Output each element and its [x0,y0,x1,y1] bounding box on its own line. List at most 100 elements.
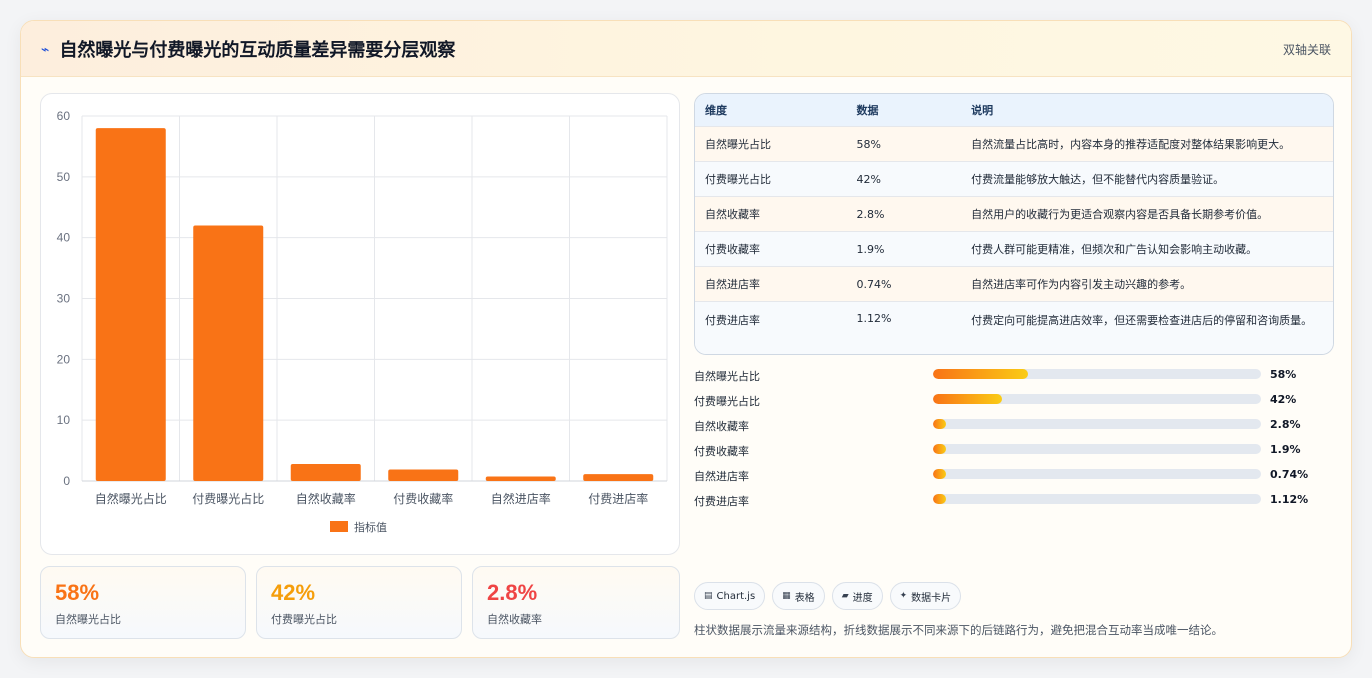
progress-row: 付费进店率 1.12% [694,490,1334,515]
legend-swatch [330,521,348,532]
x-tick-label: 自然进店率 [491,491,551,506]
stat-card-0: 58% 自然曝光占比 [40,566,246,639]
card-header: ⌁ 自然曝光与付费曝光的互动质量差异需要分层观察 双轴关联 [21,21,1351,77]
progress-label: 付费曝光占比 [694,395,760,408]
progress-label: 付费进店率 [694,495,749,508]
progress-value: 58% [1270,368,1297,381]
progress-value: 42% [1270,393,1297,406]
table-row: 付费收藏率 1.9% 付费人群可能更精准，但频次和广告认知会影响主动收藏。 [695,232,1333,267]
table-row: 自然进店率 0.74% 自然进店率可作为内容引发主动兴趣的参考。 [695,267,1333,302]
sparkle-icon: ✦ [899,591,908,601]
data-table: 维度 数据 说明 自然曝光占比 58% 自然流量占比高时，内容本身的推荐适配度对… [694,93,1334,355]
bar [388,469,459,481]
chip-data-card[interactable]: ✦ 数据卡片 [889,582,962,610]
progress-row: 付费曝光占比 42% [694,390,1334,415]
y-tick-label: 10 [57,413,71,427]
table-cell-dimension: 自然曝光占比 [705,138,771,151]
progress-value: 2.8% [1270,418,1301,431]
chip-label: 进度 [852,592,873,604]
bar [193,225,264,481]
bar-chart-panel: 0 10 20 30 40 50 60 自然曝光占比 付费曝光占比 自然收藏率 付费收藏率 自然进店率… [40,93,680,555]
progress-value: 1.12% [1270,493,1309,506]
table-cell-description: 自然用户的收藏行为更适合观察内容是否具备长期参考价值。 [971,207,1269,221]
table-cell-dimension: 付费进店率 [705,314,760,327]
progress-list: 自然曝光占比 58% 付费曝光占比 42% 自然收藏率 2.8% 付费收藏率 1… [694,365,1334,515]
legend-label: 指标值 [354,520,387,534]
progress-fill [933,394,1002,404]
table-header-cell: 维度 [705,104,727,117]
table-cell-value: 58% [856,137,881,151]
progress-track [933,469,1261,479]
x-tick-label: 付费收藏率 [393,491,453,506]
y-tick-label: 40 [57,231,71,245]
table-row: 自然收藏率 2.8% 自然用户的收藏行为更适合观察内容是否具备长期参考价值。 [695,197,1333,232]
chip-chartjs[interactable]: ▤ Chart.js [694,582,766,610]
stat-label: 自然曝光占比 [55,613,121,626]
dashboard-card: ⌁ 自然曝光与付费曝光的互动质量差异需要分层观察 双轴关联 0 10 20 30 40 5… [20,20,1352,658]
table-row: 付费曝光占比 42% 付费流量能够放大触达，但不能替代内容质量验证。 [695,162,1333,197]
table-cell-value: 1.12% [856,312,892,325]
chip-row: ▤ Chart.js ▦ 表格 ▰ 进度 ✦ 数据卡片 [694,582,962,610]
y-tick-label: 60 [57,109,71,123]
table-cell-dimension: 付费收藏率 [705,243,760,256]
chart-icon: ▤ [704,591,713,601]
table-cell-value: 2.8% [856,207,885,221]
progress-label: 自然收藏率 [694,420,749,433]
table-icon: ▦ [782,591,791,601]
progress-track [933,444,1261,454]
table-cell-description: 付费流量能够放大触达，但不能替代内容质量验证。 [971,172,1225,186]
page-title: 自然曝光与付费曝光的互动质量差异需要分层观察 [59,39,456,61]
chip-label: 数据卡片 [911,592,952,604]
progress-row: 自然曝光占比 58% [694,365,1334,390]
progress-row: 自然进店率 0.74% [694,465,1334,490]
progress-track [933,369,1261,379]
chip-table[interactable]: ▦ 表格 [772,582,825,610]
bar-chart: 0 10 20 30 40 50 60 自然曝光占比 付费曝光占比 自然收藏率 付费收藏率 自然进店率… [57,109,668,534]
table-cell-value: 42% [856,172,881,186]
progress-value: 0.74% [1270,468,1309,481]
progress-label: 付费收藏率 [694,445,749,458]
y-tick-label: 30 [57,292,71,306]
chip-label: 表格 [794,592,815,604]
bar [583,474,654,481]
progress-fill [933,444,947,454]
progress-track [933,394,1261,404]
table-cell-description: 自然流量占比高时，内容本身的推荐适配度对整体结果影响更大。 [971,137,1291,151]
y-tick-label: 50 [57,170,71,184]
progress-fill [933,369,1029,379]
table-cell-value: 0.74% [856,277,892,291]
x-tick-label: 自然曝光占比 [95,491,167,506]
table-header-row: 维度 数据 说明 [695,94,1333,127]
progress-label: 自然曝光占比 [694,370,760,383]
bar [485,476,556,481]
table-row: 自然曝光占比 58% 自然流量占比高时，内容本身的推荐适配度对整体结果影响更大。 [695,127,1333,162]
stat-value: 42% [271,580,316,605]
stat-value: 58% [55,580,100,605]
progress-label: 自然进店率 [694,470,749,483]
table-cell-dimension: 自然收藏率 [705,208,760,221]
table-cell-value: 1.9% [856,242,885,256]
progress-fill [933,469,947,479]
bar [95,128,166,481]
table-row: 付费进店率 1.12% 付费定向可能提高进店效率，但还需要检查进店后的停留和咨询… [695,302,1333,354]
table-cell-description: 付费定向可能提高进店效率，但还需要检查进店后的停留和咨询质量。 [971,314,1313,327]
progress-track [933,494,1261,504]
chip-progress[interactable]: ▰ 进度 [831,582,883,610]
x-tick-label: 付费曝光占比 [192,491,264,506]
table-cell-description: 自然进店率可作为内容引发主动兴趣的参考。 [971,277,1192,291]
progress-row: 付费收藏率 1.9% [694,440,1334,465]
chip-label: Chart.js [716,590,756,602]
header-tag: 双轴关联 [1282,43,1331,57]
x-tick-label: 自然收藏率 [296,491,356,506]
footer-note: 柱状数据展示流量来源结构，折线数据展示不同来源下的后链路行为，避免把混合互动率当… [694,623,1223,637]
stat-value: 2.8% [487,580,538,605]
lightning-icon: ⌁ [41,41,50,58]
y-tick-label: 20 [57,352,71,366]
progress-value: 1.9% [1270,443,1301,456]
stat-card-1: 42% 付费曝光占比 [256,566,462,639]
progress-icon: ▰ [841,591,849,601]
progress-row: 自然收藏率 2.8% [694,415,1334,440]
x-tick-label: 付费进店率 [588,491,648,506]
stat-label: 自然收藏率 [487,613,542,626]
table-cell-dimension: 付费曝光占比 [705,173,771,186]
